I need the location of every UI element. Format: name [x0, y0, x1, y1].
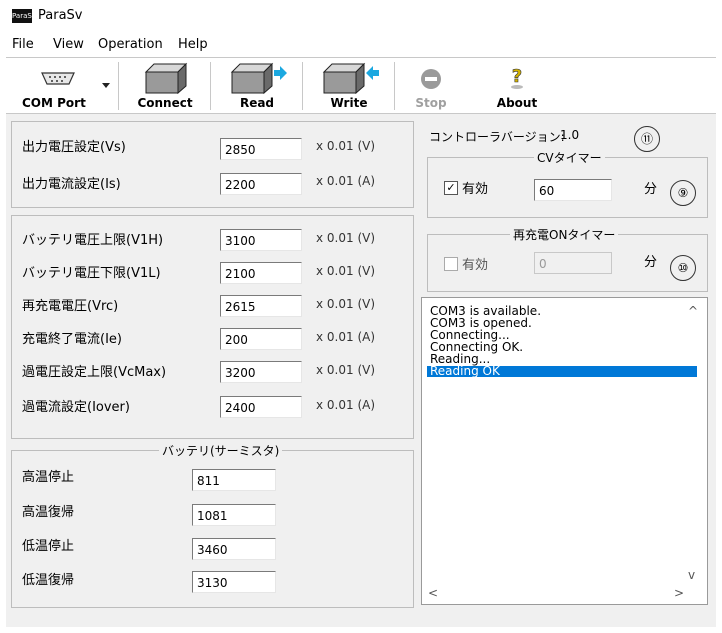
com-port-button[interactable]: COM Port [10, 58, 116, 113]
toolbar-separator [118, 62, 119, 110]
output-voltage-input[interactable]: 2850 [220, 138, 302, 160]
output-current-input[interactable]: 2200 [220, 173, 302, 195]
connect-box-icon [144, 62, 188, 94]
low-temp-resume-label: 低温復帰 [22, 573, 75, 588]
app-icon: ParaSv [12, 9, 36, 23]
write-box-icon [322, 62, 379, 94]
menu-file[interactable]: File [12, 37, 34, 52]
high-temp-stop-label: 高温停止 [22, 470, 75, 485]
recharge-timer-checkbox[interactable] [444, 257, 458, 271]
write-button[interactable]: Write [306, 58, 392, 113]
thermistor-group-title: バッテリ(サーミスタ) [159, 442, 283, 459]
output-settings-group: 出力電圧設定(Vs) 2850 x 0.01 (V) 出力電流設定(Is) 22… [11, 121, 414, 208]
battery-settings-group: バッテリ電圧上限(V1H) 3100 x 0.01 (V) バッテリ電圧下限(V… [11, 215, 414, 439]
recharge-voltage-unit: x 0.01 (V) [316, 297, 376, 311]
battery-voltage-high-input[interactable]: 3100 [220, 229, 302, 251]
overvoltage-max-input[interactable]: 3200 [220, 361, 302, 383]
battery-voltage-high-unit: x 0.01 (V) [316, 231, 376, 245]
annotation-marker-10: ⑩ [670, 255, 696, 281]
cv-timer-unit: 分 [644, 182, 658, 197]
output-voltage-unit: x 0.01 (V) [316, 139, 376, 153]
window-title: ParaSv [38, 8, 83, 23]
toolbar-separator [210, 62, 211, 110]
chevron-down-icon[interactable] [102, 83, 110, 88]
recharge-timer-unit: 分 [644, 255, 658, 270]
cv-timer-input[interactable]: 60 [534, 179, 612, 201]
output-current-unit: x 0.01 (A) [316, 174, 376, 188]
recharge-timer-input[interactable]: 0 [534, 252, 612, 274]
overvoltage-max-label: 過電圧設定上限(VcMax) [22, 365, 167, 380]
high-temp-resume-label: 高温復帰 [22, 505, 75, 520]
connect-label: Connect [137, 96, 193, 110]
menu-view[interactable]: View [53, 37, 84, 52]
battery-voltage-low-input[interactable]: 2100 [220, 262, 302, 284]
help-question-icon: ? [511, 66, 523, 89]
connect-button[interactable]: Connect [122, 58, 208, 113]
check-icon: ✓ [446, 181, 456, 194]
recharge-voltage-label: 再充電電圧(Vrc) [22, 299, 119, 314]
high-temp-stop-input[interactable]: 811 [192, 469, 276, 491]
overcurrent-label: 過電流設定(Iover) [22, 400, 130, 415]
stop-label: Stop [415, 96, 447, 110]
recharge-voltage-input[interactable]: 2615 [220, 295, 302, 317]
write-label: Write [330, 96, 368, 110]
controller-version-label: コントローラバージョン: [429, 130, 565, 144]
cv-timer-group: CVタイマー ✓ 有効 60 分 ⑨ [427, 149, 708, 218]
annotation-marker-11: ⑪ [634, 126, 660, 152]
controller-version-value: 1.0 [560, 128, 580, 142]
menu-operation[interactable]: Operation [98, 37, 163, 52]
read-label: Read [239, 96, 275, 110]
recharge-timer-group: 再充電ONタイマー 有効 0 分 ⑩ [427, 226, 708, 292]
toolbar: COM Port Connect Read Write Stop ? About [6, 57, 716, 114]
annotation-marker-9: ⑨ [670, 180, 696, 206]
high-temp-resume-input[interactable]: 1081 [192, 504, 276, 526]
overcurrent-input[interactable]: 2400 [220, 396, 302, 418]
charge-end-current-label: 充電終了電流(Ie) [22, 332, 122, 347]
recharge-timer-title: 再充電ONタイマー [510, 226, 619, 243]
log-listbox[interactable]: COM3 is available. COM3 is opened. Conne… [421, 297, 708, 605]
low-temp-resume-input[interactable]: 3130 [192, 571, 276, 593]
overvoltage-max-unit: x 0.01 (V) [316, 363, 376, 377]
low-temp-stop-label: 低温停止 [22, 539, 75, 554]
about-label: About [496, 96, 538, 110]
scroll-up-icon[interactable]: ^ [688, 304, 698, 318]
cv-timer-checkbox[interactable]: ✓ [444, 181, 458, 195]
read-button[interactable]: Read [214, 58, 300, 113]
battery-voltage-low-label: バッテリ電圧下限(V1L) [22, 266, 161, 281]
serial-port-icon [41, 72, 75, 85]
log-line-selected: Reading OK [427, 365, 697, 377]
charge-end-current-input[interactable]: 200 [220, 328, 302, 350]
scroll-left-icon[interactable]: < [428, 586, 438, 600]
cv-timer-title: CVタイマー [534, 149, 605, 166]
low-temp-stop-input[interactable]: 3460 [192, 538, 276, 560]
stop-button[interactable]: Stop [398, 58, 464, 113]
battery-voltage-low-unit: x 0.01 (V) [316, 264, 376, 278]
about-button[interactable]: ? About [482, 58, 552, 113]
title-bar: ParaSv ParaSv [0, 0, 722, 32]
menu-bar: File View Operation Help [0, 33, 722, 55]
svg-text:?: ? [512, 66, 522, 87]
charge-end-current-unit: x 0.01 (A) [316, 330, 376, 344]
recharge-timer-enabled-label: 有効 [462, 258, 489, 273]
scroll-right-icon[interactable]: > [674, 586, 684, 600]
scroll-down-icon[interactable]: v [688, 568, 695, 582]
menu-help[interactable]: Help [178, 37, 208, 52]
overcurrent-unit: x 0.01 (A) [316, 398, 376, 412]
toolbar-separator [394, 62, 395, 110]
thermistor-group: バッテリ(サーミスタ) 高温停止 811 高温復帰 1081 低温停止 3460… [11, 442, 414, 608]
read-box-icon [230, 62, 287, 94]
battery-voltage-high-label: バッテリ電圧上限(V1H) [22, 233, 164, 248]
toolbar-separator [302, 62, 303, 110]
output-current-label: 出力電流設定(Is) [22, 177, 121, 192]
stop-icon [421, 69, 441, 89]
output-voltage-label: 出力電圧設定(Vs) [22, 140, 126, 155]
com-port-label: COM Port [22, 96, 86, 110]
cv-timer-enabled-label: 有効 [462, 182, 489, 197]
